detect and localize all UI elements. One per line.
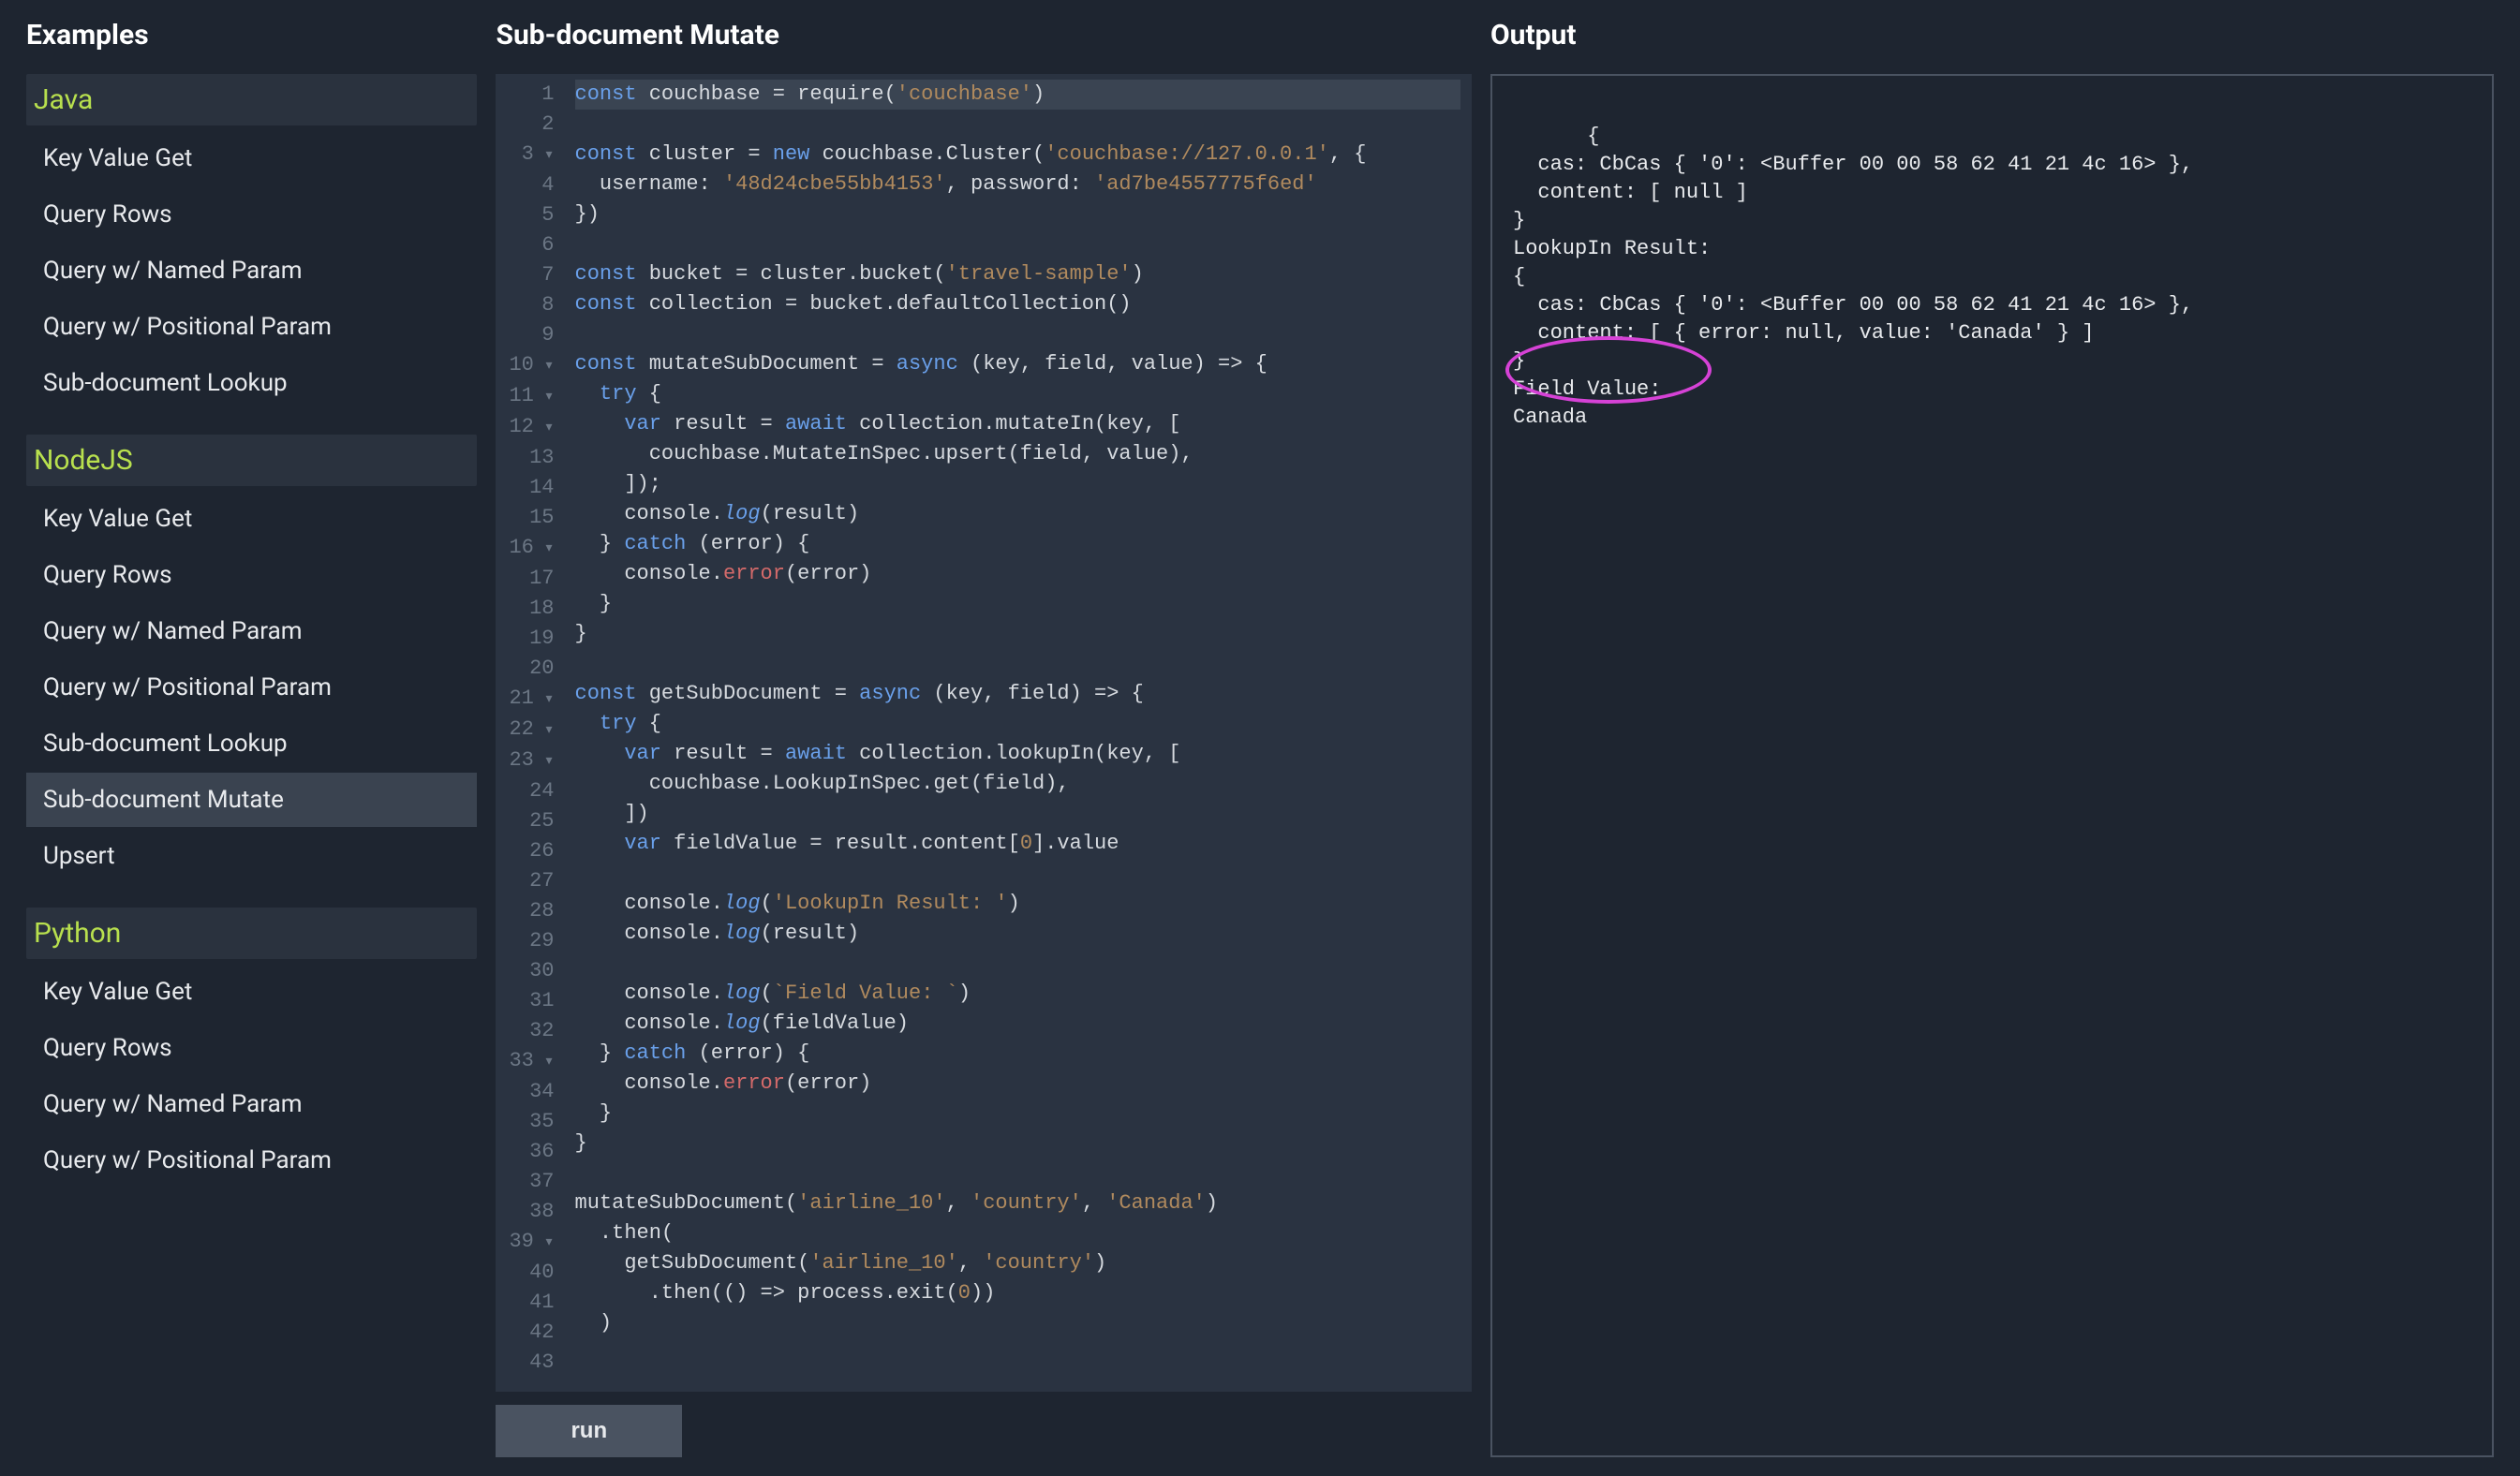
output-panel: { cas: CbCas { '0': <Buffer 00 00 58 62 … [1490, 74, 2494, 1457]
sidebar-item[interactable]: Sub-document Lookup [26, 716, 477, 771]
run-button[interactable]: run [496, 1405, 682, 1457]
sidebar-item[interactable]: Key Value Get [26, 492, 477, 546]
sidebar-item[interactable]: Query w/ Named Param [26, 1077, 477, 1131]
sidebar-item[interactable]: Query Rows [26, 548, 477, 602]
sidebar: Examples JavaKey Value GetQuery RowsQuer… [26, 19, 477, 1457]
sidebar-item[interactable]: Query w/ Named Param [26, 244, 477, 298]
sidebar-item[interactable]: Query w/ Positional Param [26, 660, 477, 715]
sidebar-group-java[interactable]: Java [26, 74, 477, 125]
sidebar-item[interactable]: Upsert [26, 829, 477, 883]
sidebar-group-nodejs[interactable]: NodeJS [26, 435, 477, 486]
sidebar-item[interactable]: Key Value Get [26, 131, 477, 185]
output-text: { cas: CbCas { '0': <Buffer 00 00 58 62 … [1513, 125, 2193, 429]
output-header: Output [1490, 19, 2494, 52]
examples-header: Examples [26, 19, 477, 52]
code-editor[interactable]: 1 2 3 4 5 6 7 8 910111213141516171819202… [496, 74, 1472, 1392]
sidebar-group-python[interactable]: Python [26, 908, 477, 959]
sidebar-item[interactable]: Sub-document Mutate [26, 773, 477, 827]
page-title: Sub-document Mutate [496, 19, 1472, 52]
sidebar-item[interactable]: Sub-document Lookup [26, 356, 477, 410]
code-area[interactable]: const couchbase = require('couchbase') c… [564, 74, 1472, 1392]
sidebar-item[interactable]: Query w/ Positional Param [26, 1133, 477, 1188]
output-column: Output { cas: CbCas { '0': <Buffer 00 00… [1490, 19, 2494, 1457]
app-root: Examples JavaKey Value GetQuery RowsQuer… [0, 0, 2520, 1476]
sidebar-item[interactable]: Query Rows [26, 187, 477, 242]
line-gutter: 1 2 3 4 5 6 7 8 910111213141516171819202… [496, 74, 563, 1392]
editor-column: Sub-document Mutate 1 2 3 4 5 6 7 8 9101… [496, 19, 1472, 1457]
sidebar-item[interactable]: Query w/ Named Param [26, 604, 477, 658]
sidebar-item[interactable]: Query w/ Positional Param [26, 300, 477, 354]
sidebar-item[interactable]: Query Rows [26, 1021, 477, 1075]
sidebar-item[interactable]: Key Value Get [26, 965, 477, 1019]
